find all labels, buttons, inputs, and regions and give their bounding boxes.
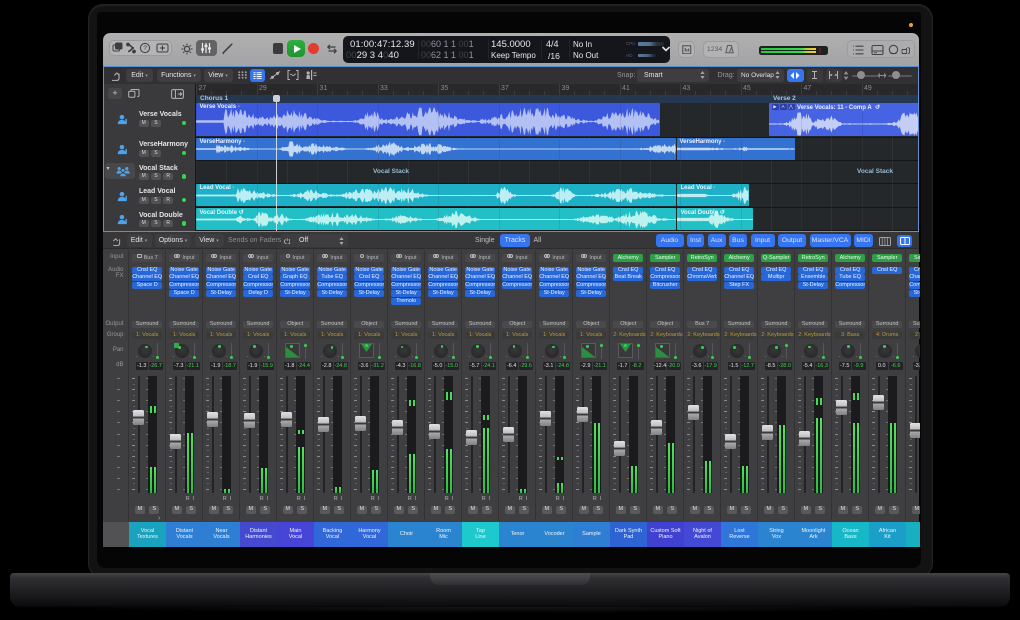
svg-text:?: ? [143,45,147,52]
